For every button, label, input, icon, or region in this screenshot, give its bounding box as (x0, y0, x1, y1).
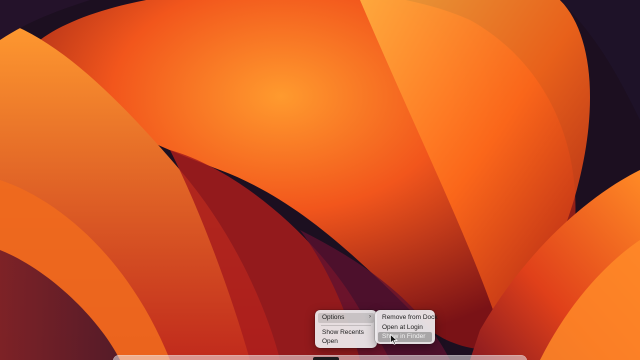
menu-item-open[interactable]: Open (318, 337, 374, 347)
desktop[interactable]: Options › Show Recents Open Remove from … (0, 0, 640, 360)
menu-item-label: Show Recents (322, 328, 364, 336)
menu-item-label: Open (322, 338, 338, 345)
menu-item-label: Show in Finder (382, 333, 426, 340)
menu-item-label: Open at Login (382, 323, 423, 331)
menu-item-options[interactable]: Options › (318, 313, 374, 323)
menu-item-label: Options (322, 314, 345, 321)
menu-item-remove-from-dock[interactable]: Remove from Dock (378, 313, 438, 323)
menu-item-open-at-login[interactable]: Open at Login (378, 323, 432, 333)
chevron-right-icon: › (369, 314, 371, 320)
arrow-cursor-icon (390, 334, 398, 345)
options-submenu: Remove from Dock Open at Login Show in F… (375, 310, 438, 344)
menu-item-label: Remove from Dock (382, 314, 438, 321)
menu-separator (321, 324, 371, 326)
menu-item-show-in-finder[interactable]: Show in Finder (378, 332, 432, 342)
menu-item-show-recents[interactable]: Show Recents (318, 328, 374, 338)
dock-context-menu: Options › Show Recents Open (315, 310, 377, 348)
wallpaper-image (0, 0, 640, 360)
